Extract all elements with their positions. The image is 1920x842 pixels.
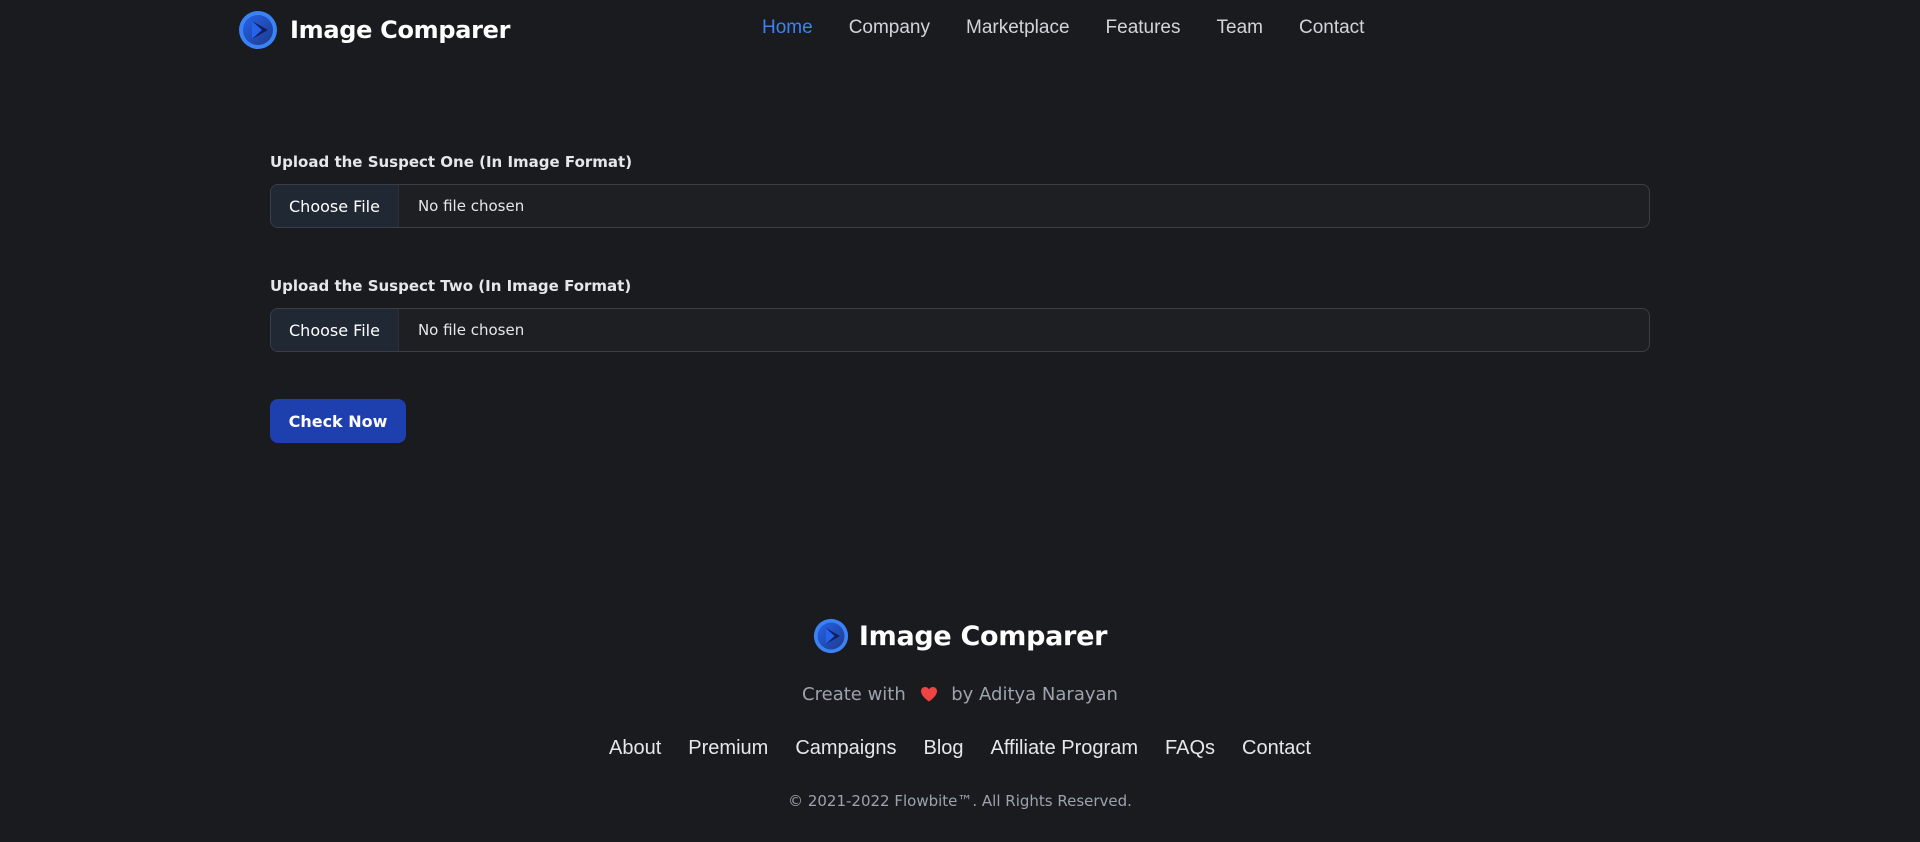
suspect-two-file-status: No file chosen — [417, 321, 525, 339]
footer-link-affiliate-program[interactable]: Affiliate Program — [991, 737, 1138, 760]
tagline-suffix: by Aditya Narayan — [951, 684, 1118, 705]
nav-home[interactable]: Home — [762, 17, 813, 39]
play-circle-logo-icon — [239, 11, 277, 49]
footer-link-premium[interactable]: Premium — [688, 737, 768, 760]
main-nav: Home Company Marketplace Features Team C… — [762, 17, 1364, 39]
suspect-two-choose-file-button[interactable]: Choose File — [271, 309, 399, 351]
site-header: Image Comparer Home Company Marketplace … — [0, 0, 1920, 60]
upload-form: Upload the Suspect One (In Image Format)… — [270, 151, 1650, 443]
tagline-prefix: Create with — [802, 684, 906, 705]
nav-team[interactable]: Team — [1217, 17, 1263, 39]
suspect-one-file-status: No file chosen — [417, 197, 525, 215]
nav-features[interactable]: Features — [1106, 17, 1181, 39]
footer-link-contact[interactable]: Contact — [1242, 737, 1311, 760]
suspect-two-file-input[interactable]: Choose File No file chosen — [270, 308, 1650, 352]
footer-links: About Premium Campaigns Blog Affiliate P… — [0, 737, 1920, 760]
nav-contact[interactable]: Contact — [1299, 17, 1364, 39]
suspect-one-choose-file-button[interactable]: Choose File — [271, 185, 399, 227]
footer-tagline: Create with by Aditya Narayan — [0, 684, 1920, 705]
footer-link-campaigns[interactable]: Campaigns — [795, 737, 896, 760]
suspect-one-label: Upload the Suspect One (In Image Format) — [270, 153, 633, 171]
copyright-text: © 2021-2022 Flowbite™. All Rights Reserv… — [788, 792, 1132, 810]
nav-marketplace[interactable]: Marketplace — [966, 17, 1070, 39]
nav-company[interactable]: Company — [849, 17, 930, 39]
check-now-button[interactable]: Check Now — [270, 399, 406, 443]
suspect-one-file-input[interactable]: Choose File No file chosen — [270, 184, 1650, 228]
suspect-two-label: Upload the Suspect Two (In Image Format) — [270, 277, 632, 295]
brand-name: Image Comparer — [290, 16, 511, 44]
play-circle-logo-icon — [813, 618, 848, 654]
footer-brand[interactable]: Image Comparer — [0, 618, 1920, 654]
footer-link-about[interactable]: About — [609, 737, 661, 760]
brand-link[interactable]: Image Comparer — [238, 10, 510, 50]
footer-brand-name: Image Comparer — [858, 620, 1108, 652]
footer-link-faqs[interactable]: FAQs — [1165, 737, 1215, 760]
footer-link-blog[interactable]: Blog — [923, 737, 963, 760]
heart-icon — [920, 687, 937, 702]
